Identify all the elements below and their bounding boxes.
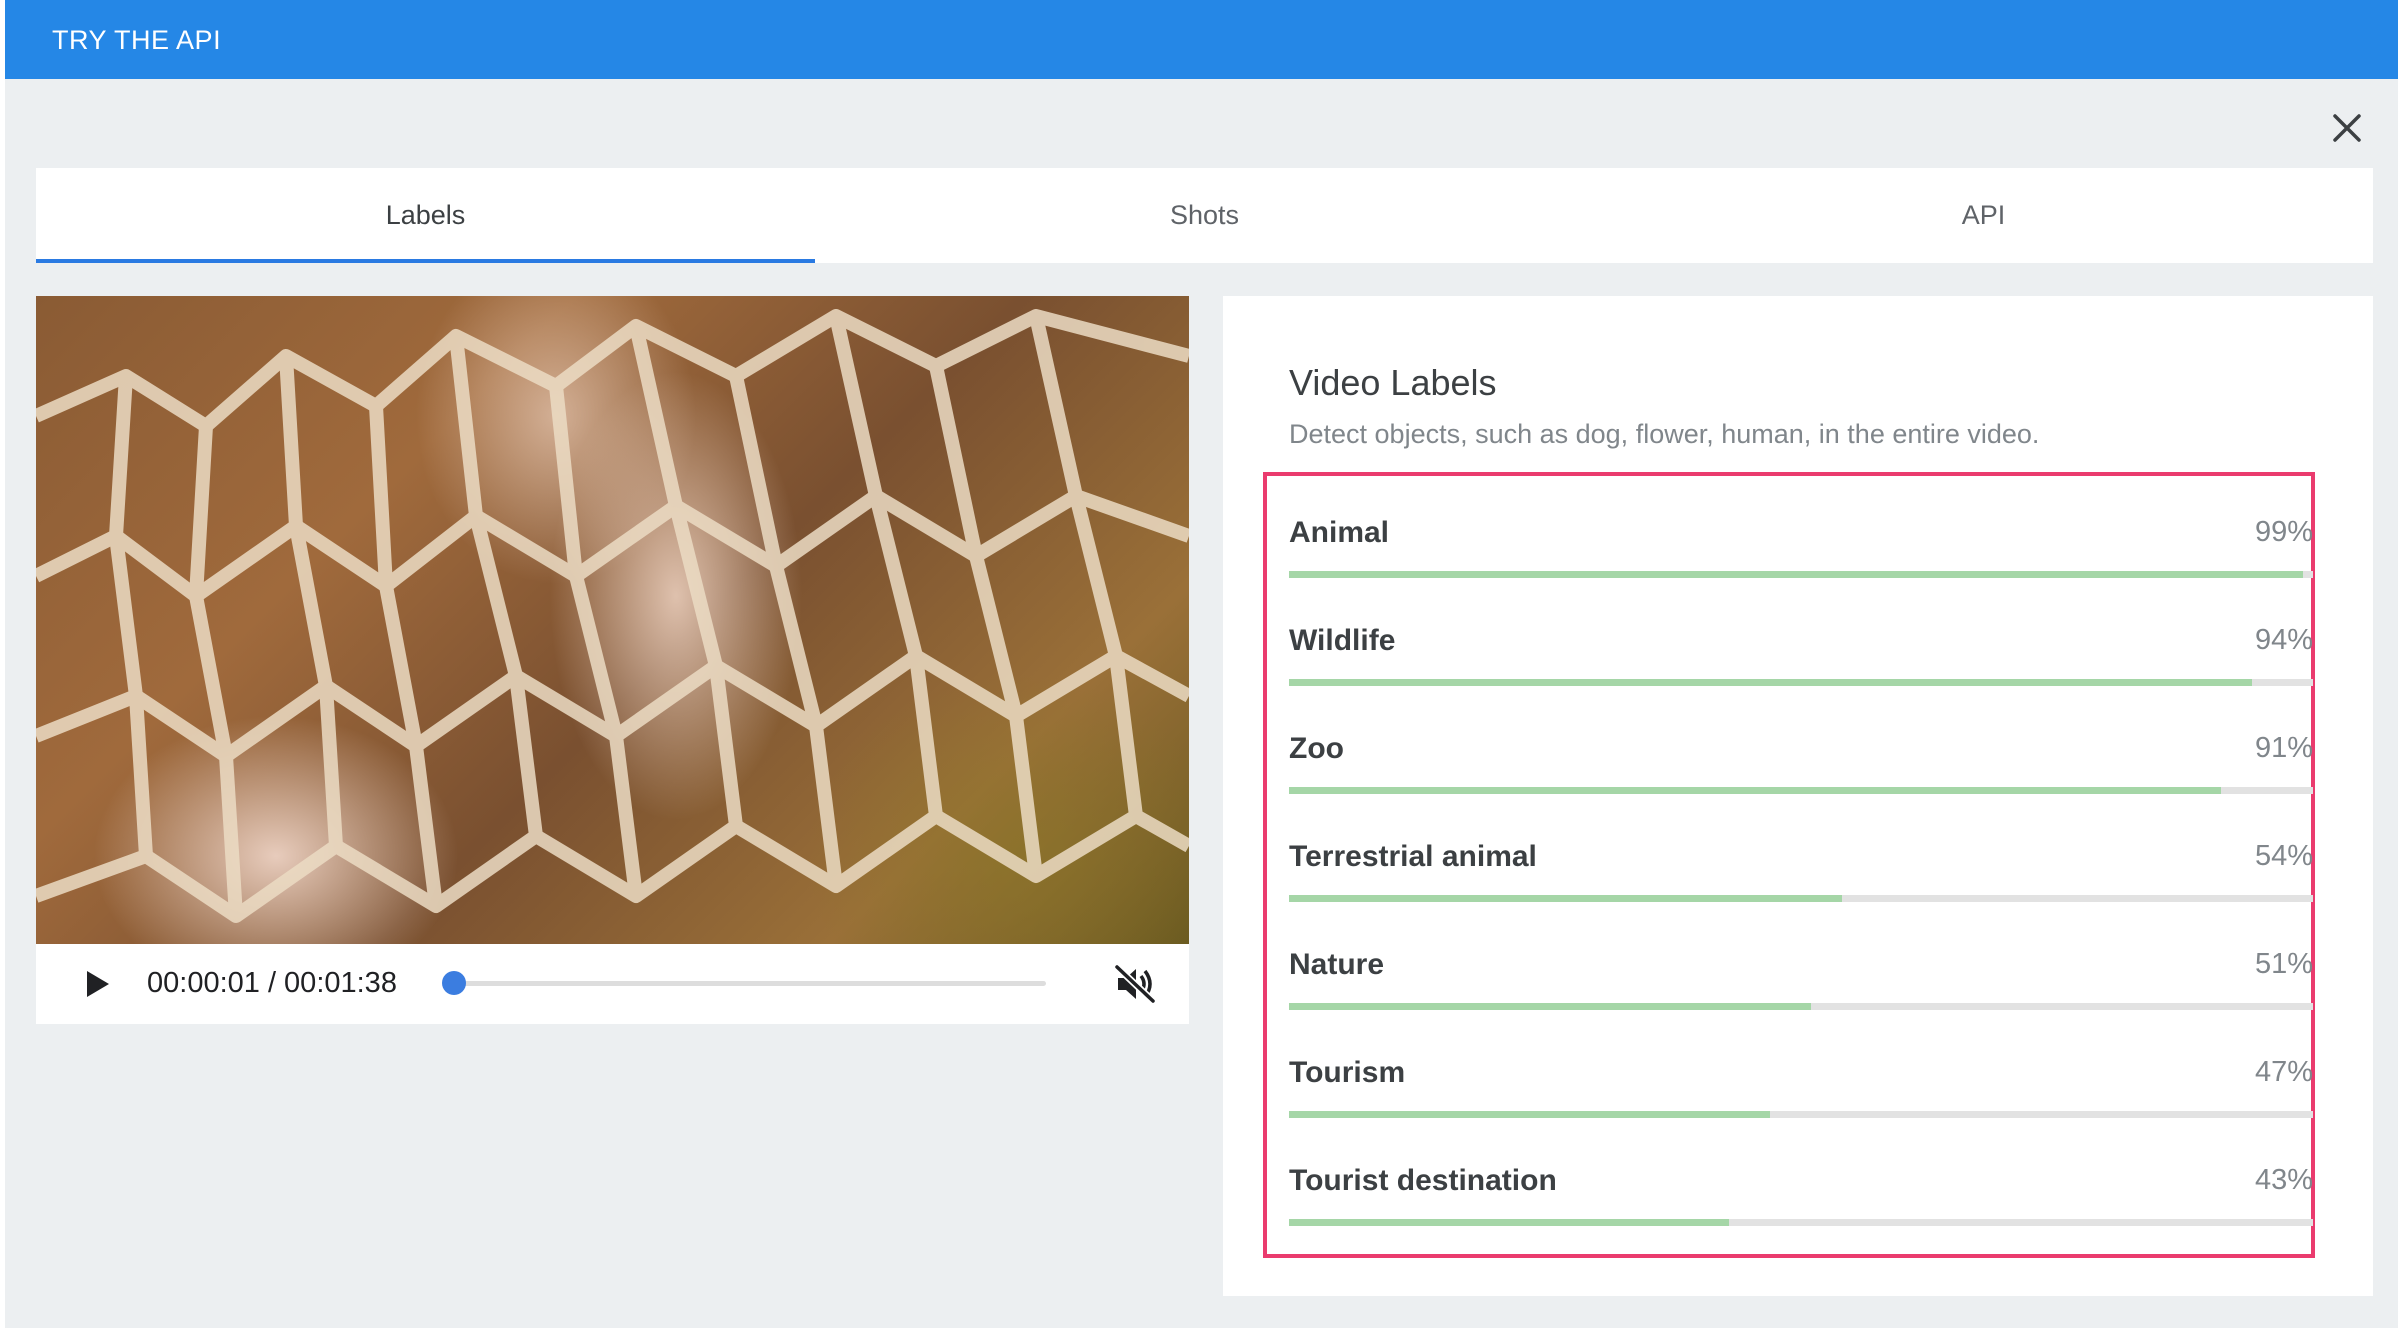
top-bar: TRY THE API bbox=[5, 0, 2398, 79]
label-bar-fill bbox=[1289, 895, 1842, 902]
label-row[interactable]: Animal 99% bbox=[1289, 516, 2313, 596]
tab-shots[interactable]: Shots bbox=[815, 168, 1594, 263]
label-bar-fill bbox=[1289, 571, 2303, 578]
tab-bar: Labels Shots API bbox=[36, 168, 2373, 263]
label-name: Tourism bbox=[1289, 1056, 1406, 1089]
label-row[interactable]: Tourism 47% bbox=[1289, 1056, 2313, 1136]
app-frame: TRY THE API Labels Shots API 00:00:01 / … bbox=[5, 0, 2398, 1328]
giraffe-pattern-image bbox=[36, 309, 1189, 923]
labels-highlight-box: Animal 99% Wildlife 94% Zoo 91% Terrestr… bbox=[1263, 472, 2315, 1258]
tab-labels[interactable]: Labels bbox=[36, 168, 815, 263]
video-controls: 00:00:01 / 00:01:38 bbox=[36, 944, 1189, 1024]
label-bar-fill bbox=[1289, 787, 2221, 794]
play-button[interactable] bbox=[81, 968, 113, 1000]
label-bar-fill bbox=[1289, 1219, 1730, 1226]
panel-title: Video Labels bbox=[1289, 362, 1497, 403]
play-icon bbox=[87, 971, 109, 997]
video-frame[interactable] bbox=[36, 296, 1189, 944]
timecode: 00:00:01 / 00:01:38 bbox=[147, 967, 397, 999]
label-percent: 47% bbox=[2254, 1056, 2313, 1088]
label-percent: 99% bbox=[2254, 516, 2313, 548]
panel-subtitle: Detect objects, such as dog, flower, hum… bbox=[1289, 419, 2040, 449]
label-bar-fill bbox=[1289, 1111, 1771, 1118]
label-name: Wildlife bbox=[1289, 624, 1396, 657]
label-bar-fill bbox=[1289, 1003, 1812, 1010]
label-row[interactable]: Tourist destination 43% bbox=[1289, 1164, 2313, 1244]
seek-bar[interactable] bbox=[441, 971, 1046, 995]
label-percent: 91% bbox=[2254, 732, 2313, 764]
label-row[interactable]: Zoo 91% bbox=[1289, 732, 2313, 812]
label-name: Tourist destination bbox=[1289, 1164, 1557, 1197]
mute-button[interactable] bbox=[1114, 964, 1156, 1004]
label-bar-track bbox=[1289, 571, 2313, 578]
label-bar-track bbox=[1289, 1111, 2313, 1118]
label-percent: 43% bbox=[2254, 1164, 2313, 1196]
volume-off-icon bbox=[1114, 964, 1156, 1004]
label-bar-fill bbox=[1289, 679, 2252, 686]
label-name: Animal bbox=[1289, 516, 1390, 549]
labels-panel: Video Labels Detect objects, such as dog… bbox=[1223, 296, 2373, 1296]
label-bar-track bbox=[1289, 679, 2313, 686]
label-percent: 54% bbox=[2254, 840, 2313, 872]
label-percent: 51% bbox=[2254, 948, 2313, 980]
close-button[interactable] bbox=[2327, 108, 2367, 148]
seek-thumb[interactable] bbox=[441, 971, 466, 995]
label-row[interactable]: Wildlife 94% bbox=[1289, 624, 2313, 704]
tab-api[interactable]: API bbox=[1594, 168, 2373, 263]
label-row[interactable]: Nature 51% bbox=[1289, 948, 2313, 1028]
label-name: Terrestrial animal bbox=[1289, 840, 1537, 873]
label-bar-track bbox=[1289, 1219, 2313, 1226]
label-row[interactable]: Terrestrial animal 54% bbox=[1289, 840, 2313, 920]
top-bar-title: TRY THE API bbox=[52, 25, 222, 55]
label-name: Nature bbox=[1289, 948, 1385, 981]
label-name: Zoo bbox=[1289, 732, 1344, 765]
close-icon bbox=[2333, 114, 2361, 142]
label-bar-track bbox=[1289, 1003, 2313, 1010]
label-bar-track bbox=[1289, 895, 2313, 902]
label-percent: 94% bbox=[2254, 624, 2313, 656]
label-bar-track bbox=[1289, 787, 2313, 794]
